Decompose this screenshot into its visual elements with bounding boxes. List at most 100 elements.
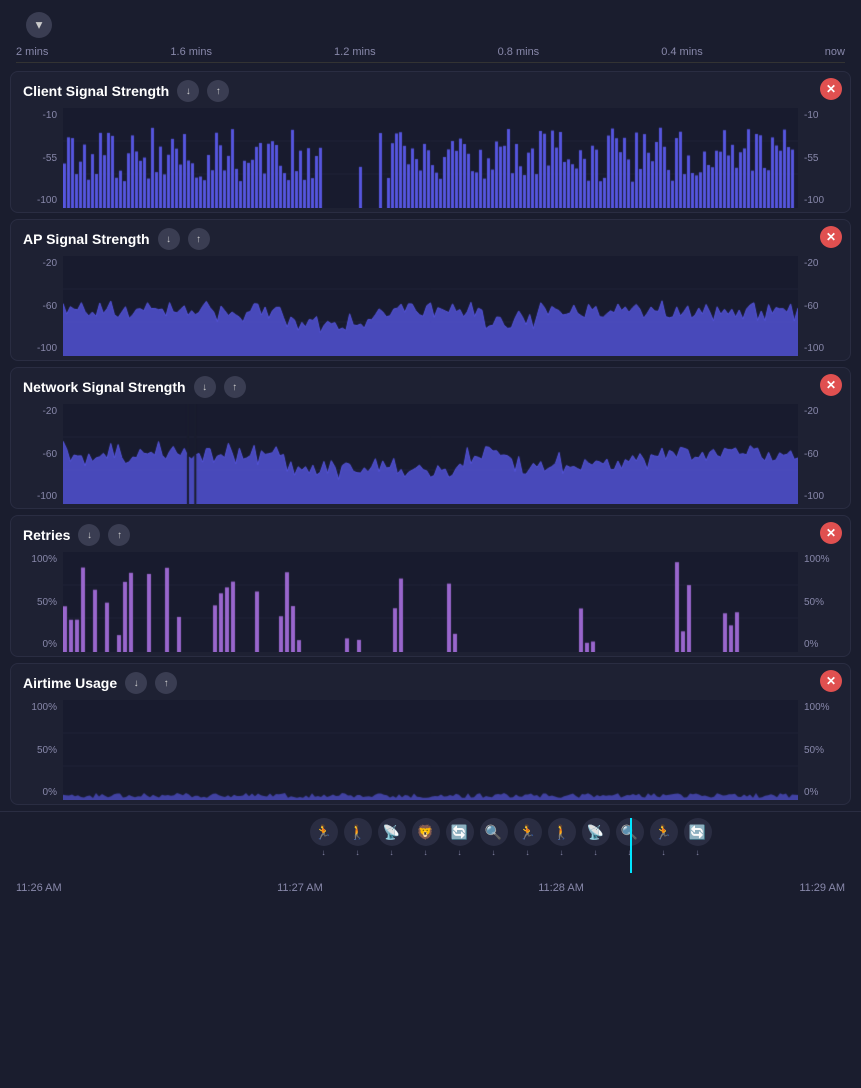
timeline-icon-group[interactable]: 📡↓ (582, 818, 610, 878)
y-axis-right: -10-55-100 (798, 108, 850, 208)
bottom-timeline: 🏃↓🚶↓📡↓🦁↓🔄↓🔍↓🏃↓🚶↓📡↓🔍↓🏃↓🔄↓ 11:26 AM11:27 A… (0, 811, 861, 921)
chart-canvas (63, 108, 798, 208)
panel-ap-signal: AP Signal Strength↓↑✕-20-60-100-20-60-10… (10, 219, 851, 361)
panel-title: Airtime Usage (23, 675, 117, 691)
y-label: -20 (43, 258, 57, 269)
panel-retries: Retries↓↑✕100%50%0%100%50%0% (10, 515, 851, 657)
timeline-event-icon: 🚶 (548, 818, 576, 846)
timeline-icon-group[interactable]: 🏃↓ (514, 818, 542, 878)
y-label: -60 (804, 449, 818, 460)
y-axis-right: -20-60-100 (798, 256, 850, 356)
arrow-icon: ↓ (424, 848, 428, 857)
y-axis-left: -10-55-100 (11, 108, 63, 208)
timeline-event-icon: 🦁 (412, 818, 440, 846)
sort-up-button[interactable]: ↑ (108, 524, 130, 546)
timeline-time: 11:27 AM (277, 882, 323, 894)
timeline-icon-group[interactable]: 🏃↓ (310, 818, 338, 878)
sort-up-button[interactable]: ↑ (155, 672, 177, 694)
y-label: -100 (804, 491, 824, 502)
y-label: -60 (43, 301, 57, 312)
chevron-down-icon: ▾ (36, 17, 43, 33)
panel-title: Client Signal Strength (23, 83, 169, 99)
y-axis-left: 100%50%0% (11, 552, 63, 652)
panel-title: Network Signal Strength (23, 379, 186, 395)
close-button[interactable]: ✕ (820, 522, 842, 544)
timeline-event-icon: 🏃 (310, 818, 338, 846)
sort-up-button[interactable]: ↑ (207, 80, 229, 102)
y-label: -100 (37, 343, 57, 354)
panel-airtime: Airtime Usage↓↑✕100%50%0%100%50%0% (10, 663, 851, 805)
timeline-icon-group[interactable]: 🔄↓ (446, 818, 474, 878)
y-label: 100% (804, 554, 830, 565)
arrow-icon: ↓ (356, 848, 360, 857)
timeline-icon-group[interactable]: 🦁↓ (412, 818, 440, 878)
sort-down-button[interactable]: ↓ (194, 376, 216, 398)
timeline-event-icon: 📡 (582, 818, 610, 846)
sort-down-button[interactable]: ↓ (158, 228, 180, 250)
panel-network-signal: Network Signal Strength↓↑✕-20-60-100-20-… (10, 367, 851, 509)
y-axis-right: 100% 50% 0% (798, 552, 850, 652)
sort-down-button[interactable]: ↓ (78, 524, 100, 546)
y-label: 50% (804, 597, 824, 608)
timeline-time: 11:29 AM (799, 882, 845, 894)
sort-up-button[interactable]: ↑ (224, 376, 246, 398)
close-button[interactable]: ✕ (820, 78, 842, 100)
arrow-icon: ↓ (560, 848, 564, 857)
arrow-icon: ↓ (662, 848, 666, 857)
sort-down-button[interactable]: ↓ (177, 80, 199, 102)
y-label: -100 (37, 491, 57, 502)
dropdown-button[interactable]: ▾ (26, 12, 52, 38)
y-label: 50% (37, 597, 57, 608)
arrow-icon: ↓ (696, 848, 700, 857)
y-label: -60 (43, 449, 57, 460)
panel-title: AP Signal Strength (23, 231, 150, 247)
time-axis-label: 0.4 mins (661, 46, 703, 58)
y-axis-left: 100% 50% 0% (11, 700, 63, 800)
time-axis-label: now (825, 46, 845, 58)
y-label: 50% (804, 745, 824, 756)
timeline-event-icon: 🔄 (684, 818, 712, 846)
arrow-icon: ↓ (390, 848, 394, 857)
timeline-icon-group[interactable]: 🔍↓ (480, 818, 508, 878)
timeline-icon-group[interactable]: 🏃↓ (650, 818, 678, 878)
y-label: -20 (804, 406, 818, 417)
sort-down-button[interactable]: ↓ (125, 672, 147, 694)
timeline-icon-group[interactable]: 📡↓ (378, 818, 406, 878)
y-label: 100% (31, 702, 57, 713)
timeline-icon-group[interactable]: 🔄↓ (684, 818, 712, 878)
panel-client-signal: Client Signal Strength↓↑✕-10-55-100-10-5… (10, 71, 851, 213)
chart-canvas (63, 404, 798, 504)
panel-title: Retries (23, 527, 70, 543)
time-axis-label: 1.6 mins (170, 46, 212, 58)
timeline-icon-group[interactable]: 🚶↓ (548, 818, 576, 878)
y-label: 50% (37, 745, 57, 756)
time-axis: 2 mins1.6 mins1.2 mins0.8 mins0.4 minsno… (0, 46, 861, 58)
time-axis-label: 1.2 mins (334, 46, 376, 58)
timeline-time: 11:26 AM (16, 882, 62, 894)
timeline-event-icon: 📡 (378, 818, 406, 846)
y-label: -10 (43, 110, 57, 121)
timeline-times: 11:26 AM 11:27 AM 11:28 AM 11:29 AM (0, 878, 861, 894)
sort-up-button[interactable]: ↑ (188, 228, 210, 250)
y-label: 0% (804, 787, 818, 798)
close-button[interactable]: ✕ (820, 374, 842, 396)
y-label: -55 (43, 153, 57, 164)
timeline-event-icon: 🔍 (480, 818, 508, 846)
arrow-icon: ↓ (526, 848, 530, 857)
y-axis-right: -20 -60 -100 (798, 404, 850, 504)
y-label: -10 (804, 110, 818, 121)
arrow-icon: ↓ (492, 848, 496, 857)
timeline-time: 11:28 AM (538, 882, 584, 894)
arrow-icon: ↓ (458, 848, 462, 857)
y-label: -60 (804, 301, 818, 312)
y-label: -20 (43, 406, 57, 417)
y-label: -100 (804, 343, 824, 354)
y-label: 0% (43, 787, 57, 798)
close-button[interactable]: ✕ (820, 226, 842, 248)
y-label: 0% (804, 639, 818, 650)
timeline-event-icon: 🏃 (650, 818, 678, 846)
chart-canvas (63, 552, 798, 652)
y-label: -55 (804, 153, 818, 164)
close-button[interactable]: ✕ (820, 670, 842, 692)
timeline-icon-group[interactable]: 🚶↓ (344, 818, 372, 878)
